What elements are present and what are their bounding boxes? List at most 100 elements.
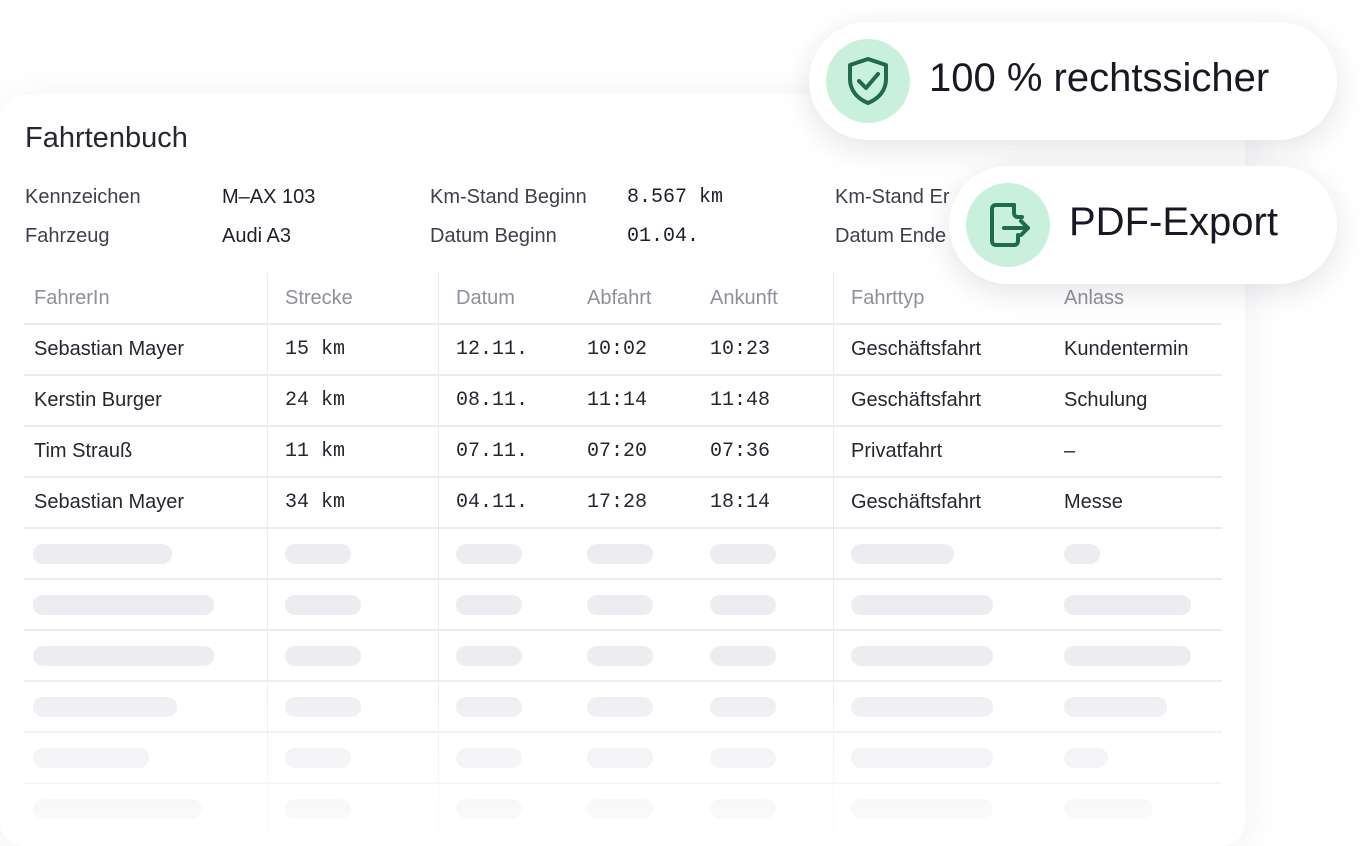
cell-datum: 08.11. [456,389,529,412]
cell-abfahrt: 07:20 [587,440,648,463]
skeleton-bar [1064,799,1153,819]
skeleton-bar [710,595,776,615]
skeleton-bar [710,748,776,768]
skeleton-bar [456,646,522,666]
skeleton-row [0,732,1245,783]
skeleton-bar [285,595,361,615]
skeleton-bar [456,697,522,717]
header-fahrerin[interactable]: FahrerIn [34,287,110,310]
skeleton-bar [1064,544,1100,564]
cell-fahrttyp: Privatfahrt [851,440,943,462]
skeleton-row [0,528,1245,579]
skeleton-bar [710,544,776,564]
cell-abfahrt: 10:02 [587,338,648,361]
cell-strecke: 11 km [285,440,346,463]
skeleton-bar [285,799,351,819]
skeleton-bar [456,544,522,564]
cell-anlass: Messe [1064,491,1123,513]
skeleton-row [0,579,1245,630]
skeleton-bar [285,646,361,666]
header-ankunft[interactable]: Ankunft [710,287,778,310]
km-ende-label: Km-Stand Er [835,186,950,208]
datum-beginn-label: Datum Beginn [430,225,557,247]
cell-strecke: 24 km [285,389,346,412]
header-abfahrt[interactable]: Abfahrt [587,287,651,310]
kennzeichen-value: M–AX 103 [222,186,316,208]
skeleton-bar [33,697,177,717]
skeleton-bar [456,748,522,768]
skeleton-bar [456,799,522,819]
skeleton-bar [851,595,993,615]
skeleton-bar [851,646,993,666]
cell-strecke: 34 km [285,491,346,514]
header-strecke[interactable]: Strecke [285,287,353,310]
skeleton-bar [851,544,954,564]
cell-anlass: Schulung [1064,389,1148,411]
cell-datum: 07.11. [456,440,529,463]
skeleton-bar [587,748,653,768]
rechtssicher-badge: 100 % rechtssicher [809,22,1337,140]
skeleton-bar [1064,697,1167,717]
fahrzeug-value: Audi A3 [222,225,291,247]
cell-fahrttyp: Geschäftsfahrt [851,389,982,411]
table-row[interactable]: Sebastian Mayer 15 km 12.11. 10:02 10:23… [0,324,1245,375]
skeleton-bar [587,646,653,666]
fahrzeug-label: Fahrzeug [25,225,110,247]
cell-abfahrt: 17:28 [587,491,648,514]
skeleton-bar [1064,646,1191,666]
km-beginn-label: Km-Stand Beginn [430,186,587,208]
pdf-export-badge[interactable]: PDF-Export [949,166,1337,284]
file-export-icon [966,183,1050,267]
skeleton-bar [587,544,653,564]
cell-datum: 12.11. [456,338,529,361]
header-datum[interactable]: Datum [456,287,515,310]
cell-ankunft: 11:48 [710,389,771,412]
rechtssicher-label: 100 % rechtssicher [929,56,1270,100]
kennzeichen-label: Kennzeichen [25,186,141,208]
skeleton-bar [285,697,361,717]
skeleton-bar [33,646,214,666]
skeleton-bar [587,697,653,717]
datum-ende-label: Datum Ende [835,225,947,247]
cell-fahrerin: Sebastian Mayer [34,338,185,360]
skeleton-bar [851,697,993,717]
skeleton-bar [587,595,653,615]
cell-ankunft: 10:23 [710,338,771,361]
skeleton-bar [33,544,172,564]
skeleton-bar [710,697,776,717]
skeleton-bar [710,646,776,666]
skeleton-bar [851,748,993,768]
skeleton-bar [33,595,214,615]
cell-fahrerin: Kerstin Burger [34,389,162,411]
cell-fahrttyp: Geschäftsfahrt [851,338,982,360]
skeleton-row [0,630,1245,681]
table-row[interactable]: Tim Strauß 11 km 07.11. 07:20 07:36 Priv… [0,426,1245,477]
skeleton-bar [710,799,776,819]
cell-ankunft: 18:14 [710,491,771,514]
skeleton-bar [285,748,351,768]
skeleton-bar [456,595,522,615]
cell-fahrttyp: Geschäftsfahrt [851,491,982,513]
cell-fahrerin: Sebastian Mayer [34,491,185,513]
pdf-export-label[interactable]: PDF-Export [1069,200,1278,245]
skeleton-bar [1064,748,1108,768]
datum-beginn-value: 01.04. [627,225,700,248]
skeleton-bar [33,748,149,768]
table-row[interactable]: Sebastian Mayer 34 km 04.11. 17:28 18:14… [0,477,1245,528]
skeleton-row [0,783,1245,834]
skeleton-bar [1064,595,1191,615]
cell-fahrerin: Tim Strauß [34,440,133,462]
header-anlass[interactable]: Anlass [1064,287,1124,310]
header-fahrttyp[interactable]: Fahrttyp [851,287,924,310]
cell-anlass: – [1064,440,1076,462]
skeleton-row [0,681,1245,732]
cell-strecke: 15 km [285,338,346,361]
cell-ankunft: 07:36 [710,440,771,463]
cell-abfahrt: 11:14 [587,389,648,412]
skeleton-bar [285,544,351,564]
cell-datum: 04.11. [456,491,529,514]
skeleton-bar [851,799,993,819]
skeleton-bar [587,799,653,819]
shield-check-icon [826,39,910,123]
table-row[interactable]: Kerstin Burger 24 km 08.11. 11:14 11:48 … [0,375,1245,426]
